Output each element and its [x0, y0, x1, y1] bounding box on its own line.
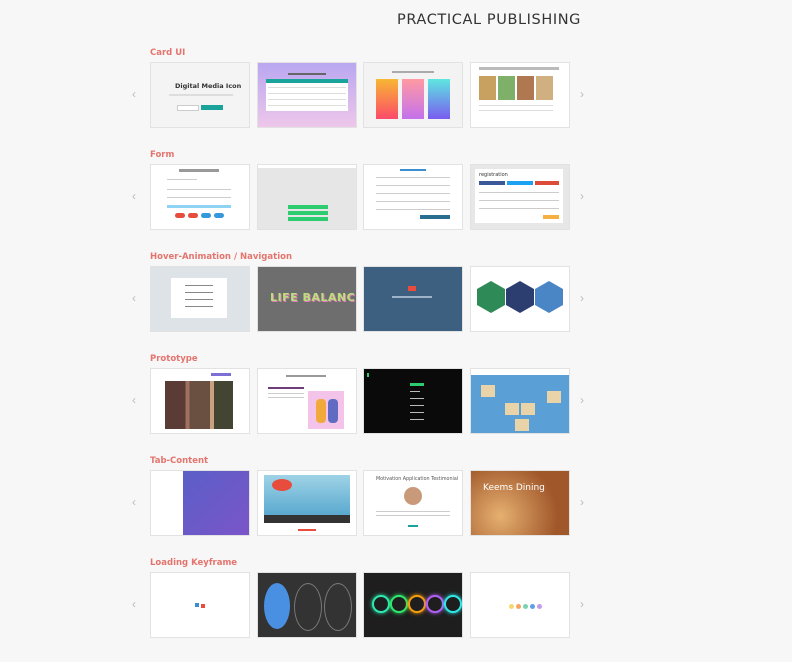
carousel-next-arrow[interactable]: › [577, 594, 587, 614]
thumbnail-card[interactable] [363, 164, 463, 230]
thumbnail-carousel: ‹ › [131, 368, 601, 434]
carousel-prev-arrow[interactable]: ‹ [129, 186, 139, 206]
carousel-prev-arrow[interactable]: ‹ [129, 492, 139, 512]
carousel-prev-arrow[interactable]: ‹ [129, 594, 139, 614]
carousel-next-arrow[interactable]: › [577, 186, 587, 206]
thumbnail-card[interactable]: registration [470, 164, 570, 230]
thumbnail-caption: registration [479, 172, 508, 178]
thumbnail-card[interactable] [150, 470, 250, 536]
thumbnail-card[interactable] [363, 62, 463, 128]
thumbnail-card[interactable] [257, 368, 357, 434]
thumbnail-card[interactable] [257, 164, 357, 230]
carousel-next-arrow[interactable]: › [577, 492, 587, 512]
carousel-next-arrow[interactable]: › [577, 390, 587, 410]
thumbnail-card[interactable] [363, 368, 463, 434]
thumbnail-card[interactable] [150, 572, 250, 638]
section-title: Prototype [150, 354, 198, 364]
thumbnail-card[interactable] [363, 266, 463, 332]
carousel-prev-arrow[interactable]: ‹ [129, 288, 139, 308]
carousel-next-arrow[interactable]: › [577, 288, 587, 308]
carousel-prev-arrow[interactable]: ‹ [129, 84, 139, 104]
thumbnail-card[interactable]: Digital Media Icon [150, 62, 250, 128]
thumbnail-card[interactable] [150, 164, 250, 230]
thumbnail-carousel: ‹ Motivation Application Testimonial Kee… [131, 470, 601, 536]
carousel-next-arrow[interactable]: › [577, 84, 587, 104]
thumbnail-card[interactable] [257, 572, 357, 638]
section-title: Hover-Animation / Navigation [150, 252, 292, 262]
thumbnail-caption: Keems Dining [483, 483, 545, 493]
thumbnail-carousel: ‹ registration › [131, 164, 601, 230]
thumbnail-carousel: ‹ Digital Media Icon › [131, 62, 601, 128]
carousel-prev-arrow[interactable]: ‹ [129, 390, 139, 410]
section-title: Form [150, 150, 175, 160]
section-title: Card UI [150, 48, 186, 58]
thumbnail-card[interactable] [150, 368, 250, 434]
thumbnail-card[interactable]: LIFE BALANCE [257, 266, 357, 332]
thumbnail-card[interactable] [257, 62, 357, 128]
thumbnail-card[interactable] [470, 368, 570, 434]
thumbnail-card[interactable] [470, 62, 570, 128]
section-title: Tab-Content [150, 456, 209, 466]
thumbnail-card[interactable]: Motivation Application Testimonial [363, 470, 463, 536]
thumbnail-carousel: ‹ › [131, 572, 601, 638]
thumbnail-carousel: ‹ LIFE BALANCE › [131, 266, 601, 332]
thumbnail-card[interactable] [363, 572, 463, 638]
site-brand[interactable]: PRACTICAL PUBLISHING [397, 12, 581, 28]
thumbnail-card[interactable]: Keems Dining [470, 470, 570, 536]
thumbnail-caption: Digital Media Icon [175, 82, 242, 90]
thumbnail-card[interactable] [470, 572, 570, 638]
thumbnail-caption: LIFE BALANCE [270, 291, 357, 304]
thumbnail-card[interactable] [150, 266, 250, 332]
section-title: Loading Keyframe [150, 558, 238, 568]
thumbnail-card[interactable] [470, 266, 570, 332]
thumbnail-caption: Motivation Application Testimonial [376, 477, 459, 482]
thumbnail-card[interactable] [257, 470, 357, 536]
